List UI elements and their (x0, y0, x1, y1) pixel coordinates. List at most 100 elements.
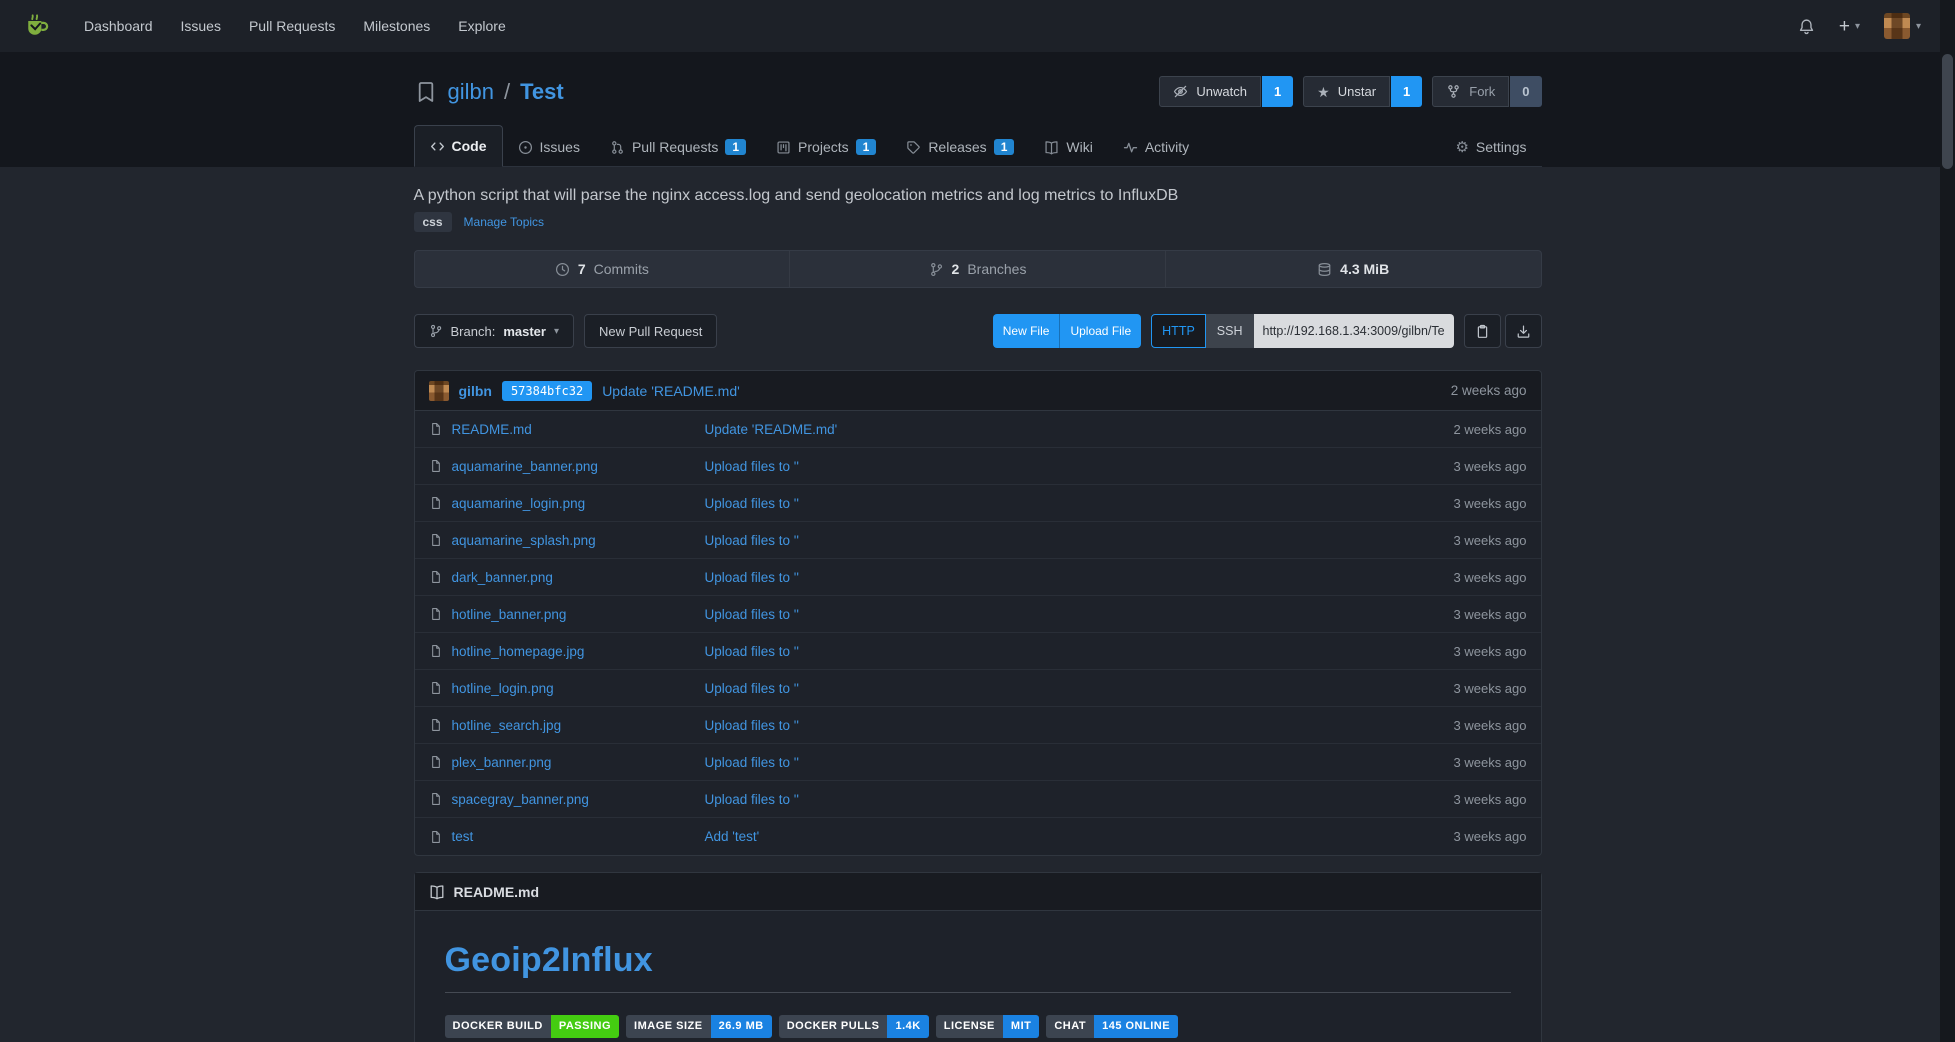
file-name-link[interactable]: hotline_login.png (452, 681, 554, 696)
file-name-link[interactable]: aquamarine_banner.png (452, 459, 598, 474)
clone-url-input[interactable] (1254, 314, 1454, 348)
file-commit-message-link[interactable]: Upload files to '' (705, 607, 799, 622)
file-commit-message-link[interactable]: Add 'test' (705, 829, 760, 844)
topics-row: css Manage Topics (414, 212, 1542, 232)
commit-author-avatar[interactable] (429, 381, 449, 401)
repo-header: gilbn / Test Unwatch 1 (0, 52, 1955, 167)
file-icon (429, 533, 443, 547)
notifications-button[interactable] (1798, 18, 1815, 35)
readme-badge[interactable]: LICENSE MIT (936, 1015, 1040, 1038)
file-icon (429, 830, 443, 844)
file-commit-message-link[interactable]: Update 'README.md' (705, 422, 838, 437)
chevron-down-icon: ▾ (1855, 21, 1860, 32)
file-name-link[interactable]: README.md (452, 422, 532, 437)
unwatch-button[interactable]: Unwatch (1159, 76, 1261, 107)
new-file-button[interactable]: New File (993, 314, 1060, 348)
tab-issues[interactable]: Issues (503, 127, 595, 167)
scrollbar-thumb[interactable] (1942, 54, 1953, 169)
repo-icon (414, 80, 438, 104)
tab-settings[interactable]: ⚙ Settings (1440, 127, 1541, 167)
file-commit-message-link[interactable]: Upload files to '' (705, 459, 799, 474)
fork-button[interactable]: Fork (1432, 76, 1509, 107)
repo-owner-link[interactable]: gilbn (448, 79, 494, 105)
readme-badge[interactable]: DOCKER PULLS 1.4K (779, 1015, 929, 1038)
file-commit-message-link[interactable]: Upload files to '' (705, 681, 799, 696)
tab-pull-requests[interactable]: Pull Requests 1 (595, 127, 761, 167)
table-row: dark_banner.png Upload files to '' 3 wee… (415, 559, 1541, 596)
file-name-link[interactable]: hotline_banner.png (452, 607, 567, 622)
upload-file-button[interactable]: Upload File (1059, 314, 1141, 348)
tab-code[interactable]: Code (414, 125, 503, 167)
table-row: hotline_login.png Upload files to '' 3 w… (415, 670, 1541, 707)
pulse-icon (1123, 140, 1138, 155)
http-protocol-button[interactable]: HTTP (1151, 314, 1206, 348)
file-icon (429, 607, 443, 621)
table-row: aquamarine_login.png Upload files to '' … (415, 485, 1541, 522)
file-name-link[interactable]: spacegray_banner.png (452, 792, 589, 807)
repo-description: A python script that will parse the ngin… (414, 187, 1542, 205)
ssh-protocol-button[interactable]: SSH (1206, 314, 1254, 348)
file-age: 3 weeks ago (1454, 792, 1527, 807)
file-icon (429, 718, 443, 732)
readme-filename: README.md (454, 884, 540, 900)
unstar-button[interactable]: ★ Unstar (1303, 76, 1390, 107)
tab-badge: 1 (856, 139, 877, 155)
repo-name-link[interactable]: Test (520, 79, 564, 105)
file-commit-message-link[interactable]: Upload files to '' (705, 755, 799, 770)
branch-selector[interactable]: Branch: master ▾ (414, 314, 574, 348)
new-pull-request-button[interactable]: New Pull Request (584, 314, 717, 348)
file-name-link[interactable]: hotline_search.jpg (452, 718, 562, 733)
commit-author-link[interactable]: gilbn (459, 383, 492, 399)
readme-badge[interactable]: DOCKER BUILD PASSING (445, 1015, 620, 1038)
file-commit-message-link[interactable]: Upload files to '' (705, 792, 799, 807)
table-row: hotline_banner.png Upload files to '' 3 … (415, 596, 1541, 633)
history-icon (555, 262, 570, 277)
navbar-item[interactable]: Dashboard (70, 0, 167, 52)
table-row: aquamarine_banner.png Upload files to ''… (415, 448, 1541, 485)
readme-badge[interactable]: IMAGE SIZE 26.9 MB (626, 1015, 772, 1038)
scrollbar[interactable] (1940, 0, 1955, 1042)
navbar-item[interactable]: Milestones (349, 0, 444, 52)
branches-stat[interactable]: 2 Branches (789, 251, 1165, 287)
tab-wiki[interactable]: Wiki (1029, 127, 1107, 167)
gitea-logo[interactable] (22, 11, 52, 41)
file-name-link[interactable]: dark_banner.png (452, 570, 553, 585)
star-count[interactable]: 1 (1391, 76, 1422, 107)
user-menu[interactable]: ▾ (1884, 13, 1921, 39)
tab-activity[interactable]: Activity (1108, 127, 1204, 167)
topic-chip[interactable]: css (414, 212, 452, 232)
create-new-button[interactable]: + ▾ (1839, 17, 1860, 36)
file-name-link[interactable]: hotline_homepage.jpg (452, 644, 585, 659)
fork-count[interactable]: 0 (1510, 76, 1541, 107)
file-commit-message-link[interactable]: Upload files to '' (705, 718, 799, 733)
navbar-item[interactable]: Explore (444, 0, 519, 52)
repo-size-stat[interactable]: 4.3 MiB (1165, 251, 1541, 287)
gitea-logo-icon (22, 11, 52, 41)
chevron-down-icon: ▾ (1916, 21, 1921, 32)
tab-releases[interactable]: Releases 1 (891, 127, 1029, 167)
watch-count[interactable]: 1 (1262, 76, 1293, 107)
file-name-link[interactable]: test (452, 829, 474, 844)
commit-sha-badge[interactable]: 57384bfc32 (502, 381, 592, 401)
navbar-item[interactable]: Pull Requests (235, 0, 349, 52)
file-name-link[interactable]: aquamarine_login.png (452, 496, 586, 511)
file-commit-message-link[interactable]: Upload files to '' (705, 496, 799, 511)
tab-projects[interactable]: Projects 1 (761, 127, 891, 167)
file-commit-message-link[interactable]: Upload files to '' (705, 533, 799, 548)
file-commit-message-link[interactable]: Upload files to '' (705, 570, 799, 585)
commits-stat[interactable]: 7 Commits (415, 251, 790, 287)
navbar-item[interactable]: Issues (167, 0, 235, 52)
tab-badge: 1 (994, 139, 1015, 155)
file-name-link[interactable]: aquamarine_splash.png (452, 533, 596, 548)
fork-group: Fork 0 (1432, 76, 1541, 107)
copy-url-button[interactable] (1464, 314, 1501, 348)
avatar (1884, 13, 1910, 39)
file-name-link[interactable]: plex_banner.png (452, 755, 552, 770)
download-button[interactable] (1505, 314, 1542, 348)
file-commit-message-link[interactable]: Upload files to '' (705, 644, 799, 659)
file-age: 3 weeks ago (1454, 681, 1527, 696)
readme-badge[interactable]: CHAT 145 ONLINE (1046, 1015, 1178, 1038)
commit-message-link[interactable]: Update 'README.md' (602, 383, 740, 399)
manage-topics-link[interactable]: Manage Topics (464, 215, 545, 229)
repo-title-row: gilbn / Test Unwatch 1 (414, 76, 1542, 107)
